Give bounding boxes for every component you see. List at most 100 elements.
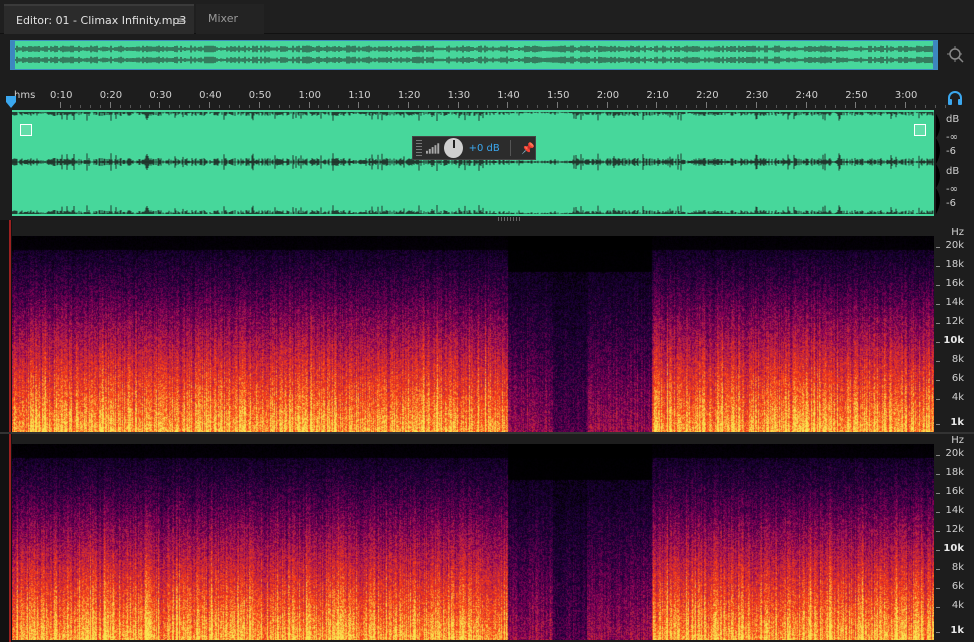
freq-label: 6k: [951, 581, 964, 592]
freq-tick: [936, 512, 940, 513]
ruler-tick: [457, 102, 459, 108]
freq-tick: [936, 632, 940, 633]
spectrogram-canvas: [12, 236, 934, 432]
ruler-minor-tick: [815, 105, 817, 108]
ruler-time-label: 1:10: [348, 90, 371, 101]
ruler-minor-tick: [725, 105, 727, 108]
ruler-minor-tick: [487, 105, 489, 108]
ruler-minor-tick: [646, 105, 648, 108]
fade-out-handle[interactable]: [914, 124, 926, 136]
freq-tick: [936, 531, 940, 532]
ruler-time-label: 2:40: [795, 90, 818, 101]
playhead-marker[interactable]: [6, 96, 16, 108]
db-label: -∞: [946, 184, 958, 195]
ruler-time-label: 2:30: [745, 90, 769, 101]
freq-unit-label: Hz: [951, 227, 964, 238]
freq-tick: [936, 247, 940, 248]
ruler-minor-tick: [596, 105, 598, 108]
volume-knob-icon[interactable]: [443, 138, 463, 158]
channel-divider: [0, 432, 974, 434]
ruler-minor-tick: [298, 105, 300, 108]
overview-waveform: [15, 45, 934, 64]
ruler-tick: [308, 102, 310, 108]
fade-in-handle[interactable]: [20, 124, 32, 136]
ruler-minor-tick: [378, 105, 380, 108]
freq-tick: [936, 323, 940, 324]
ruler-time-label: 1:30: [447, 90, 471, 101]
amplitude-scale: dB -∞ -6 dB -∞ -6: [936, 110, 974, 218]
ruler-tick: [755, 102, 757, 108]
ruler-time-label: 0:50: [248, 90, 272, 101]
freq-tick: [936, 455, 940, 456]
ruler-minor-tick: [278, 105, 280, 108]
db-scale-curve: [936, 114, 940, 214]
ruler-time-label: 2:50: [845, 90, 868, 101]
ruler-tick: [706, 102, 708, 108]
ruler-minor-tick: [417, 105, 419, 108]
ruler-tick: [60, 102, 61, 108]
zoom-icon[interactable]: [946, 45, 966, 65]
freq-tick: [936, 304, 940, 305]
freq-label: 18k: [945, 467, 964, 478]
ruler-minor-tick: [745, 105, 747, 108]
ruler-minor-tick: [636, 105, 638, 108]
freq-tick: [936, 342, 940, 343]
tab-mixer[interactable]: Mixer: [196, 4, 264, 34]
db-unit-label: dB: [946, 166, 960, 177]
ruler-time-label: 0:40: [199, 90, 222, 101]
headphone-icon[interactable]: [946, 90, 964, 106]
ruler-tick: [855, 102, 857, 108]
freq-label: 1k: [950, 625, 964, 636]
freq-tick: [936, 285, 940, 286]
freq-tick: [936, 474, 940, 475]
ruler-minor-tick: [437, 105, 439, 108]
freq-label: 4k: [951, 392, 964, 403]
overview-right-handle[interactable]: [933, 41, 937, 69]
ruler-minor-tick: [537, 105, 539, 108]
ruler-minor-tick: [934, 105, 936, 108]
ruler-minor-tick: [447, 105, 449, 108]
freq-label: 6k: [951, 373, 964, 384]
ruler-time-label: 1:00: [298, 90, 321, 101]
ruler-tick: [904, 102, 906, 108]
pin-icon[interactable]: 📌: [521, 142, 535, 155]
ruler-minor-tick: [238, 105, 240, 108]
ruler-minor-tick: [517, 105, 519, 108]
ruler-minor-tick: [228, 105, 230, 108]
freq-label: 10k: [943, 335, 964, 346]
spectral-display-left[interactable]: [12, 236, 934, 432]
ruler-minor-tick: [845, 105, 847, 108]
hud-grip-handle[interactable]: [416, 140, 422, 156]
ruler-minor-tick: [477, 105, 479, 108]
freq-label: 12k: [945, 524, 964, 535]
ruler-time-label: 1:50: [547, 90, 570, 101]
volume-value[interactable]: +0 dB: [469, 143, 507, 154]
waveform-display[interactable]: [12, 110, 934, 216]
hud-divider: [510, 140, 512, 156]
overview-navigator[interactable]: [10, 40, 938, 70]
freq-tick: [936, 588, 940, 589]
panel-menu-icon[interactable]: ≡: [176, 6, 186, 36]
ruler-tick: [805, 102, 807, 108]
ruler-minor-tick: [765, 105, 767, 108]
spectrogram-canvas: [12, 444, 934, 640]
ruler-minor-tick: [119, 105, 121, 108]
ruler-tick: [159, 102, 161, 108]
ruler-minor-tick: [318, 105, 320, 108]
freq-label: 20k: [945, 240, 964, 251]
freq-label: 14k: [945, 297, 964, 308]
ruler-time-label: 0:20: [99, 90, 123, 101]
ruler-minor-tick: [219, 105, 221, 108]
tab-editor[interactable]: Editor: 01 - Climax Infinity.mp3 ≡: [4, 4, 194, 34]
freq-tick: [936, 424, 940, 425]
db-label: -6: [946, 198, 956, 209]
ruler-minor-tick: [397, 105, 399, 108]
view-splitter-handle[interactable]: [498, 217, 522, 221]
ruler-minor-tick: [89, 105, 91, 108]
audio-editor-window: Editor: 01 - Climax Infinity.mp3 ≡ Mixer…: [0, 0, 974, 642]
time-ruler[interactable]: hms 0:10 0:20 0:30 0:40 0:50 1:00 1:10 1:20 1:30…: [10, 86, 946, 108]
ruler-minor-tick: [99, 105, 101, 108]
ruler-minor-tick: [129, 105, 131, 108]
spectral-display-right[interactable]: [12, 444, 934, 640]
ruler-minor-tick: [368, 105, 370, 108]
